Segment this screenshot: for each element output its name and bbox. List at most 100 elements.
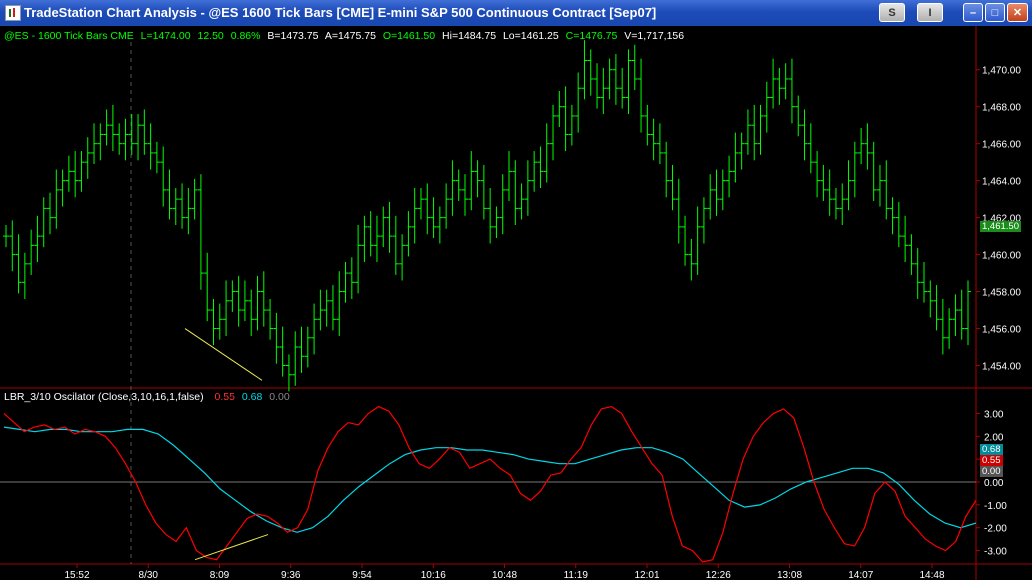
price-bar <box>738 132 745 170</box>
price-bar <box>53 169 60 229</box>
price-header: @ES - 1600 Tick Bars CME L=1474.00 12.50… <box>4 30 688 42</box>
price-tick-label: 1,456.00 <box>982 325 1021 336</box>
price-bar <box>493 206 500 238</box>
price-bar <box>531 151 538 192</box>
high-price: Hi=1484.75 <box>442 30 497 42</box>
price-bar <box>223 280 230 336</box>
price-bar <box>933 285 940 331</box>
price-bar <box>197 174 204 290</box>
s-menu-button[interactable]: S <box>879 3 905 22</box>
price-bar <box>814 151 821 198</box>
osc-tick-label: -2.00 <box>984 524 1007 535</box>
time-tick-label: 12:01 <box>634 570 659 580</box>
price-bar <box>506 151 513 201</box>
price-tick-label: 1,470.00 <box>982 66 1021 77</box>
price-bar <box>166 169 173 220</box>
price-bar <box>801 109 808 161</box>
price-bar <box>480 164 487 220</box>
osc-zero-value: 0.00 <box>269 391 290 403</box>
price-bar <box>751 104 758 161</box>
price-bar <box>153 141 160 174</box>
price-bar <box>744 109 751 155</box>
price-bar <box>763 81 770 133</box>
price-bar <box>97 123 104 161</box>
price-bar <box>719 169 726 211</box>
price-bar <box>575 72 582 133</box>
price-bar <box>229 280 236 312</box>
price-bar <box>311 303 318 355</box>
minimize-button[interactable]: – <box>963 3 983 22</box>
osc-slow-line <box>3 426 977 533</box>
osc-zero-tag: 0.00 <box>980 466 1003 477</box>
price-bar <box>650 118 657 161</box>
chart-canvas[interactable]: 1,470.001,468.001,466.001,464.001,462.00… <box>0 26 1032 580</box>
price-bar <box>172 188 179 226</box>
price-bar <box>367 211 374 257</box>
info-menu-button[interactable]: I <box>917 3 943 22</box>
price-bar <box>103 109 110 146</box>
price-bar <box>581 40 588 100</box>
osc-slow-tag: 0.68 <box>980 444 1003 455</box>
price-bar <box>191 178 198 220</box>
price-bar <box>776 67 783 105</box>
price-bar <box>405 211 412 257</box>
tradestation-app-icon[interactable] <box>5 5 21 21</box>
price-bar <box>355 225 362 294</box>
price-bar <box>851 141 858 198</box>
osc-slow-value: 0.68 <box>241 391 263 403</box>
price-bar <box>682 215 689 266</box>
price-bar <box>864 123 871 170</box>
price-bar <box>675 178 682 244</box>
time-tick-label: 8/30 <box>139 570 159 580</box>
price-bar <box>524 160 531 216</box>
bid-price: B=1473.75 <box>267 30 319 42</box>
price-bar <box>883 160 890 220</box>
price-bar <box>455 169 462 201</box>
time-tick-label: 14:07 <box>848 570 873 580</box>
price-bar <box>47 192 54 235</box>
price-bar <box>594 63 601 109</box>
time-tick-label: 15:52 <box>64 570 89 580</box>
price-bar <box>292 331 299 386</box>
price-bar <box>273 312 280 364</box>
price-bar <box>443 183 450 229</box>
chart-area[interactable]: 1,470.00 1,468.00 1,466.00 1,464.00 1,462.00… <box>0 26 1032 580</box>
price-bar <box>342 261 349 303</box>
price-bar <box>537 146 544 189</box>
close-price: C=1476.75 <box>565 30 618 42</box>
price-bar <box>147 123 154 170</box>
price-bar <box>638 58 645 133</box>
price-bar <box>373 215 380 262</box>
price-bar <box>895 201 902 248</box>
time-tick-label: 10:48 <box>492 570 517 580</box>
time-tick-label: 14:48 <box>919 570 944 580</box>
price-bar <box>260 271 267 327</box>
price-bar <box>782 63 789 100</box>
price-bar <box>361 215 368 262</box>
price-bar <box>732 132 739 183</box>
price-bar <box>254 275 261 331</box>
price-bar <box>795 95 802 137</box>
price-bar <box>436 206 443 244</box>
price-bar <box>619 67 626 109</box>
price-bar <box>15 234 22 294</box>
price-bar <box>543 123 550 183</box>
price-bar <box>965 280 971 346</box>
window-title: TradeStation Chart Analysis - @ES 1600 T… <box>24 5 657 20</box>
pct-change: 0.86% <box>230 30 261 42</box>
price-bar <box>323 289 330 327</box>
price-bar <box>449 160 456 216</box>
osc-tick-label: -1.00 <box>984 501 1007 512</box>
price-bar <box>487 188 494 244</box>
price-bar <box>726 155 733 198</box>
close-button[interactable]: ✕ <box>1007 3 1028 22</box>
maximize-button[interactable]: □ <box>985 3 1005 22</box>
last-price: L=1474.00 <box>140 30 191 42</box>
price-bar <box>65 155 72 192</box>
window-titlebar[interactable]: TradeStation Chart Analysis - @ES 1600 T… <box>0 0 1032 26</box>
time-tick-label: 9:36 <box>281 570 301 580</box>
price-bar <box>91 123 98 165</box>
price-bar <box>562 86 569 152</box>
price-bar <box>78 151 85 192</box>
price-bar <box>386 201 393 253</box>
